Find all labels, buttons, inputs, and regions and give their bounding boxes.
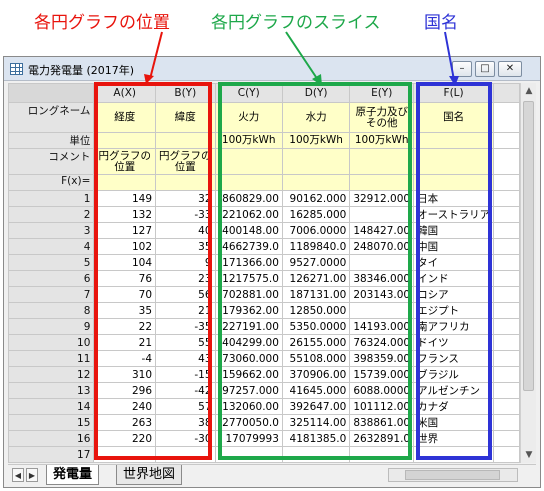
table-cell-empty [493, 398, 520, 415]
table-cell-empty [493, 206, 520, 223]
row-header[interactable]: 1 [8, 190, 95, 207]
table-cell-empty [493, 238, 520, 255]
row-header[interactable]: 15 [8, 414, 95, 431]
scroll-down-icon[interactable]: ▼ [521, 447, 537, 463]
table-cell-empty [493, 222, 520, 239]
row-header[interactable]: 17 [8, 446, 95, 463]
table-cell-empty [493, 382, 520, 399]
row-header[interactable]: 16 [8, 430, 95, 447]
unit-cell-empty [493, 132, 520, 149]
table-cell-empty [493, 190, 520, 207]
fx-label: F(x)= [8, 174, 95, 191]
unit-label: 単位 [8, 132, 95, 149]
row-header[interactable]: 11 [8, 350, 95, 367]
tab-world-map[interactable]: 世界地図 [116, 465, 183, 485]
row-header[interactable]: 10 [8, 334, 95, 351]
prev-sheet-icon[interactable]: ◀ [12, 468, 24, 482]
next-sheet-icon[interactable]: ▶ [26, 468, 38, 482]
table-cell-empty [493, 334, 520, 351]
row-header[interactable]: 12 [8, 366, 95, 383]
row-header[interactable]: 4 [8, 238, 95, 255]
table-cell-empty [493, 366, 520, 383]
vertical-scroll-thumb[interactable] [523, 101, 534, 391]
worksheet-icon [10, 63, 23, 75]
row-header[interactable]: 13 [8, 382, 95, 399]
row-header[interactable]: 5 [8, 254, 95, 271]
table-cell-empty [493, 270, 520, 287]
comment-label: コメント [8, 148, 95, 175]
fx-cell-empty [493, 174, 520, 191]
minimize-button[interactable]: – [452, 61, 472, 77]
annotation-pie-position: 各円グラフの位置 [34, 13, 170, 33]
row-header[interactable]: 2 [8, 206, 95, 223]
close-button[interactable]: ✕ [498, 61, 522, 77]
table-cell-empty [493, 446, 520, 463]
horizontal-scroll-thumb[interactable] [405, 470, 500, 480]
row-header[interactable]: 14 [8, 398, 95, 415]
window-titlebar: 電力発電量 (2017年) – □ ✕ [4, 57, 540, 81]
row-header[interactable]: 9 [8, 318, 95, 335]
longname-label: ロングネーム [8, 102, 95, 133]
row-header[interactable]: 6 [8, 270, 95, 287]
horizontal-scrollbar[interactable] [388, 468, 518, 482]
highlight-box-slices [218, 82, 412, 460]
column-header-empty [493, 83, 520, 103]
table-cell-empty [493, 254, 520, 271]
table-cell-empty [493, 350, 520, 367]
tab-power-generation[interactable]: 発電量 [46, 465, 100, 485]
comment-cell-empty [493, 148, 520, 175]
corner-cell[interactable] [8, 83, 95, 103]
highlight-box-country [416, 82, 492, 460]
table-cell-empty [493, 318, 520, 335]
row-header[interactable]: 8 [8, 302, 95, 319]
row-header[interactable]: 3 [8, 222, 95, 239]
longname-cell-empty [493, 102, 520, 133]
window-title: 電力発電量 (2017年) [28, 64, 135, 77]
table-cell-empty [493, 414, 520, 431]
highlight-box-position [94, 82, 212, 460]
table-cell-empty [493, 302, 520, 319]
scroll-up-icon[interactable]: ▲ [521, 83, 537, 99]
table-cell-empty [493, 430, 520, 447]
annotation-pie-slices: 各円グラフのスライス [211, 13, 381, 33]
annotation-country-name: 国名 [424, 13, 458, 33]
row-header[interactable]: 7 [8, 286, 95, 303]
maximize-button[interactable]: □ [475, 61, 495, 77]
table-cell-empty [493, 286, 520, 303]
vertical-scrollbar[interactable]: ▲ ▼ [520, 83, 536, 463]
sheet-tab-bar: ◀ ▶ 発電量 世界地図 [8, 464, 536, 485]
